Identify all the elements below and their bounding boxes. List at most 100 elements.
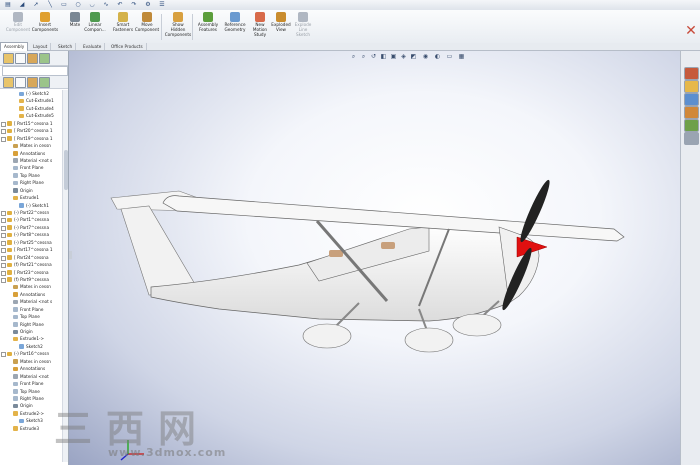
scrollbar-thumb[interactable] (63, 150, 68, 190)
expand-toggle-icon[interactable] (1, 136, 6, 142)
tree-node[interactable]: Extrude2-> (0, 410, 62, 417)
tree-node[interactable]: Extrude1-> (0, 335, 62, 342)
tree-node[interactable]: Material <not s (0, 157, 62, 164)
tree-node[interactable]: Extrude1 (0, 194, 62, 201)
property-manager-tab-icon[interactable] (15, 53, 26, 64)
tree-node[interactable]: Right Plane (0, 179, 62, 186)
tree-node[interactable]: [ Part19^cessna 1 (0, 135, 62, 142)
tree-node[interactable]: Material <not s (0, 298, 62, 305)
show-hidden-button[interactable]: Show Hidden Components (163, 12, 193, 42)
tree-scrollbar[interactable] (62, 90, 68, 462)
explode-line-sketch-button[interactable]: Explode Line Sketch (288, 12, 318, 42)
tree-node[interactable]: (-) Part25^cessna (0, 239, 62, 246)
tree-node[interactable]: (-) Part1^cessna (0, 216, 62, 224)
tree-node[interactable]: Front Plane (0, 164, 62, 171)
graphics-area[interactable]: ⌕ ⌕ ↺ ◧ ▣ ◈ ◩ ◉ ◐ ▭ ▦ (69, 51, 680, 465)
tree-node[interactable]: Origin (0, 187, 62, 194)
tab-assembly[interactable]: Assembly (0, 42, 29, 51)
rebuild-icon[interactable]: ⚙ (142, 1, 154, 9)
linear-pattern-button[interactable]: Linear Compon... (80, 12, 110, 42)
tab-office-products[interactable]: Office Products (108, 43, 147, 50)
config-icon[interactable] (27, 77, 38, 88)
tree-node[interactable]: Front Plane (0, 306, 62, 313)
appearance-icon[interactable] (39, 77, 50, 88)
tree-node[interactable]: Front Plane (0, 380, 62, 387)
line-tool-icon[interactable]: ╲ (44, 1, 56, 9)
expand-toggle-icon[interactable] (1, 218, 6, 224)
tab-layout[interactable]: Layout (30, 43, 52, 50)
rectangle-tool-icon[interactable]: ▭ (58, 1, 70, 9)
expand-toggle-icon[interactable] (1, 263, 6, 269)
spline-tool-icon[interactable]: ∿ (100, 1, 112, 9)
display-manager-tab-icon[interactable] (39, 53, 50, 64)
tab-evaluate[interactable]: Evaluate (80, 43, 106, 50)
tree-node[interactable]: Top Plane (0, 172, 62, 179)
undo-icon[interactable]: ↶ (114, 1, 126, 9)
expand-toggle-icon[interactable] (1, 240, 6, 246)
options-icon[interactable]: ☰ (156, 1, 168, 9)
tree-node[interactable]: (f) Part9^cessna (0, 276, 62, 283)
tree-node[interactable]: [ Part24^cessna (0, 254, 62, 261)
tree-node[interactable]: [ Part15^cessna 1 (0, 120, 62, 127)
tree-node[interactable]: [ Part17^cessna 1 (0, 246, 62, 254)
tree-node[interactable]: Annotations (0, 291, 62, 298)
tree-node[interactable]: (-) Part8^cessna (0, 231, 62, 239)
tree-node[interactable]: Top Plane (0, 388, 62, 395)
expand-toggle-icon[interactable] (1, 270, 6, 276)
tree-node[interactable]: Cut-Extrude4 (0, 105, 62, 112)
expand-toggle-icon[interactable] (1, 352, 6, 358)
expand-toggle-icon[interactable] (1, 233, 6, 239)
tree-node[interactable]: Right Plane (0, 395, 62, 402)
view-palette-icon[interactable] (684, 106, 699, 119)
tree-node[interactable]: Material <not (0, 373, 62, 380)
tree-node[interactable]: (f) Part21^cessna (0, 261, 62, 269)
tree-node[interactable]: Right Plane (0, 321, 62, 328)
solidworks-resources-icon[interactable] (684, 67, 699, 80)
tree-node[interactable]: [ Part23^cessna (0, 269, 62, 276)
open-icon[interactable]: ◢ (16, 1, 28, 9)
tree-node[interactable]: (-) Sketch1 (0, 202, 62, 209)
assembly-features-button[interactable]: Assembly Features (193, 12, 223, 42)
tree-node[interactable]: Top Plane (0, 313, 62, 320)
sheet-icon[interactable] (15, 77, 26, 88)
tree-node[interactable]: Cut-Extrude1 (0, 97, 62, 104)
move-component-button[interactable]: Move Component (132, 12, 162, 42)
expand-toggle-icon[interactable] (1, 211, 6, 216)
tree-node[interactable]: (-) Part7^cessna (0, 224, 62, 231)
assembly-icon[interactable] (3, 77, 14, 88)
appearances-scenes-icon[interactable] (684, 119, 699, 132)
tree-node[interactable]: [ Part20^cessna 1 (0, 127, 62, 135)
arc-tool-icon[interactable]: ◡ (86, 1, 98, 9)
feature-tree-tab-icon[interactable] (3, 53, 14, 64)
expand-toggle-icon[interactable] (1, 277, 6, 283)
insert-components-button[interactable]: Insert Components (30, 12, 60, 42)
select-arrow-icon[interactable]: ➚ (30, 1, 42, 9)
expand-toggle-icon[interactable] (1, 121, 6, 127)
expand-toggle-icon[interactable] (1, 248, 6, 254)
tree-node[interactable]: Annotations (0, 365, 62, 372)
circle-tool-icon[interactable]: ○ (72, 1, 84, 9)
tree-node[interactable]: Annotations (0, 150, 62, 157)
tree-node[interactable]: Origin (0, 402, 62, 409)
tree-node[interactable]: Origin (0, 328, 62, 335)
file-explorer-icon[interactable] (684, 93, 699, 106)
expand-toggle-icon[interactable] (1, 225, 6, 231)
tree-node[interactable]: Sketch3 (0, 417, 62, 424)
tree-node[interactable]: (-) Part22^cessn (0, 209, 62, 216)
tree-node[interactable]: (-) Part16^cessn (0, 350, 62, 358)
edit-component-button[interactable]: Edit Component (3, 12, 33, 42)
tab-sketch[interactable]: Sketch (55, 43, 77, 50)
tree-node[interactable]: Cut-Extrude5 (0, 112, 62, 119)
tree-node[interactable]: Mates in cessn (0, 283, 62, 290)
design-library-icon[interactable] (684, 80, 699, 93)
expand-toggle-icon[interactable] (1, 255, 6, 261)
expand-toggle-icon[interactable] (1, 129, 6, 135)
tree-node[interactable]: Extrude3 (0, 425, 62, 432)
tree-node[interactable]: (-) Sketch2 (0, 90, 62, 97)
tree-node[interactable]: Sketch2 (0, 343, 62, 350)
redo-icon[interactable]: ↷ (128, 1, 140, 9)
custom-properties-icon[interactable] (684, 132, 699, 145)
tree-filter-input[interactable] (2, 66, 68, 76)
tree-node[interactable]: Mates in cessn (0, 142, 62, 149)
tree-node[interactable]: Mates in cessn (0, 358, 62, 365)
